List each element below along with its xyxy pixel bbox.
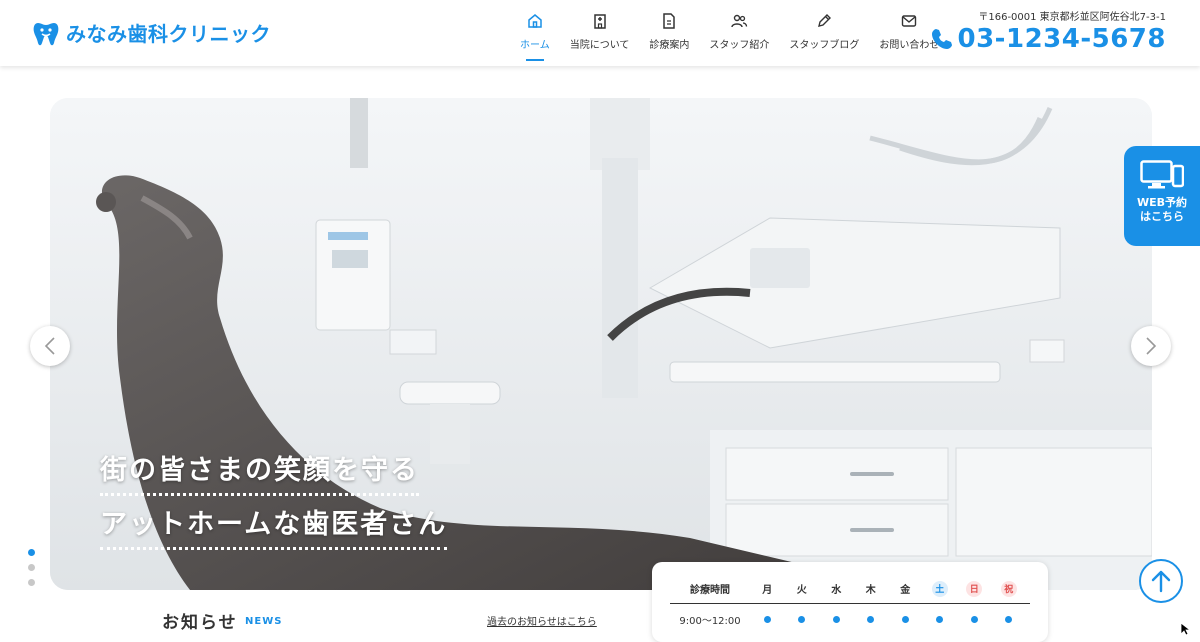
slider-dot[interactable] bbox=[28, 579, 35, 586]
open-mark bbox=[819, 615, 854, 623]
past-news-link[interactable]: 過去のお知らせはこちら bbox=[487, 613, 597, 628]
day-mon: 月 bbox=[762, 585, 773, 596]
day-wed: 水 bbox=[831, 585, 842, 596]
day-fri: 金 bbox=[900, 585, 911, 596]
building-icon bbox=[593, 14, 606, 29]
nav-label: 診療案内 bbox=[649, 40, 690, 51]
nav-label: スタッフ紹介 bbox=[709, 40, 770, 51]
pencil-icon bbox=[818, 14, 832, 27]
phone-link[interactable]: 03-1234-5678 bbox=[930, 24, 1167, 54]
site-header: みなみ歯科クリニック ホーム 当院について 診療案内 スタッフ紹介 スタッフブロ… bbox=[0, 0, 1200, 66]
nav-item-home[interactable]: ホーム bbox=[520, 12, 550, 61]
news-title: お知らせ bbox=[162, 613, 238, 633]
hero-catch-line1: 街の皆さまの笑顔を守る bbox=[100, 448, 419, 496]
day-tue: 火 bbox=[796, 585, 807, 596]
nav-item-blog[interactable]: スタッフブログ bbox=[789, 12, 859, 51]
web-reserve-label: WEB予約 はこちら bbox=[1136, 196, 1188, 223]
phone-number: 03-1234-5678 bbox=[957, 24, 1166, 54]
mouse-cursor-icon bbox=[1180, 622, 1192, 636]
open-mark bbox=[888, 615, 923, 623]
hours-time: 9:00〜12:00 bbox=[679, 615, 741, 627]
chevron-right-icon bbox=[1146, 337, 1157, 355]
day-thu: 木 bbox=[865, 585, 876, 596]
hero-slider: 街の皆さまの笑顔を守る アットホームな歯医者さん bbox=[50, 98, 1152, 590]
hours-header-label: 診療時間 bbox=[690, 585, 730, 596]
tooth-icon bbox=[33, 22, 59, 45]
nav-label: スタッフブログ bbox=[789, 40, 860, 51]
phone-icon bbox=[931, 29, 952, 49]
nav-item-treatment[interactable]: 診療案内 bbox=[649, 12, 689, 51]
clinic-address: 〒166-0001 東京都杉並区阿佐谷北7-3-1 bbox=[978, 12, 1166, 23]
global-nav: ホーム 当院について 診療案内 スタッフ紹介 スタッフブログ お問い合わせ bbox=[520, 12, 959, 61]
day-sun: 日 bbox=[957, 580, 992, 597]
devices-icon bbox=[1140, 160, 1184, 189]
open-mark bbox=[854, 615, 889, 623]
open-mark bbox=[785, 615, 820, 623]
day-sat: 土 bbox=[923, 580, 958, 597]
open-mark bbox=[923, 615, 958, 623]
slider-pagination bbox=[28, 549, 35, 594]
nav-item-about[interactable]: 当院について bbox=[569, 12, 630, 51]
clinic-hours-table: 診療時間 月 火 水 木 金 土 日 祝 9:00〜12:00 bbox=[652, 562, 1048, 642]
slider-prev-button[interactable] bbox=[30, 326, 70, 366]
slider-dot[interactable] bbox=[28, 564, 35, 571]
mail-icon bbox=[902, 15, 917, 27]
arrow-up-icon bbox=[1151, 570, 1171, 593]
slider-dot[interactable] bbox=[28, 549, 35, 556]
people-icon bbox=[731, 14, 748, 28]
hours-header-row: 診療時間 月 火 水 木 金 土 日 祝 bbox=[670, 574, 1030, 604]
chevron-left-icon bbox=[44, 337, 55, 355]
day-holiday: 祝 bbox=[992, 580, 1027, 597]
document-icon bbox=[663, 13, 676, 29]
news-subtitle: NEWS bbox=[245, 616, 283, 627]
home-icon bbox=[528, 14, 542, 28]
nav-label: ホーム bbox=[520, 40, 550, 51]
open-mark bbox=[992, 615, 1027, 623]
nav-item-staff[interactable]: スタッフ紹介 bbox=[709, 12, 769, 51]
open-mark bbox=[750, 615, 785, 623]
nav-label: 当院について bbox=[569, 40, 630, 51]
site-logo[interactable]: みなみ歯科クリニック bbox=[32, 18, 271, 47]
web-reserve-button[interactable]: WEB予約 はこちら bbox=[1124, 146, 1200, 246]
hero-catch-line2: アットホームな歯医者さん bbox=[100, 502, 448, 550]
open-mark bbox=[957, 615, 992, 623]
hours-row: 9:00〜12:00 bbox=[670, 604, 1030, 634]
page-top-button[interactable] bbox=[1139, 559, 1183, 603]
logo-text: みなみ歯科クリニック bbox=[66, 22, 271, 46]
slider-next-button[interactable] bbox=[1131, 326, 1171, 366]
